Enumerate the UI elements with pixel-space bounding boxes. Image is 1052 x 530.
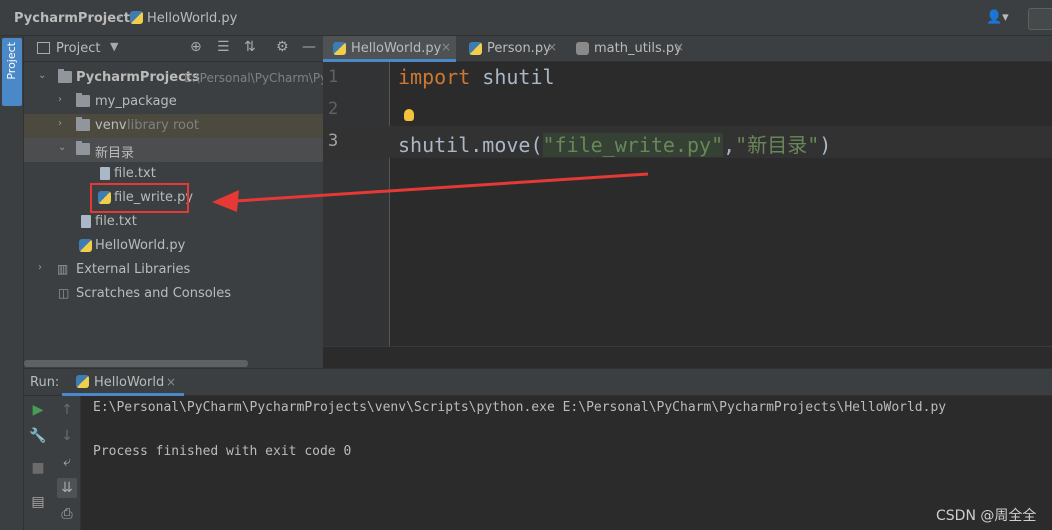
- call-prefix: shutil.move(: [398, 133, 543, 157]
- project-view-icon: [37, 42, 50, 54]
- python-file-icon: [576, 42, 589, 55]
- locate-icon[interactable]: ⊕: [190, 39, 202, 55]
- close-icon[interactable]: ×: [166, 375, 176, 389]
- soft-wrap-icon[interactable]: ⤶: [57, 452, 77, 472]
- libraries-icon: ▥: [57, 262, 69, 276]
- tree-item-venv[interactable]: › venv library root: [24, 114, 323, 138]
- python-file-icon: [333, 42, 346, 55]
- tab-label: HelloWorld.py: [351, 41, 442, 56]
- chevron-down-icon[interactable]: ▼: [110, 40, 118, 53]
- tree-item-label: HelloWorld.py: [95, 238, 186, 253]
- tab-label: Person.py: [487, 41, 551, 56]
- layout-icon[interactable]: ▤: [28, 492, 48, 512]
- tree-item-label: file.txt: [114, 166, 156, 181]
- tree-item-label: Scratches and Consoles: [76, 286, 232, 301]
- tab-label: math_utils.py: [594, 41, 682, 56]
- module-name: shutil: [470, 65, 555, 89]
- chevron-down-icon[interactable]: ⌄: [38, 70, 46, 81]
- folder-icon: [76, 141, 90, 155]
- close-icon[interactable]: ×: [547, 40, 557, 54]
- tree-item-label: External Libraries: [76, 262, 191, 277]
- line-number: 2: [328, 99, 339, 119]
- tree-item-hint: library root: [127, 118, 200, 133]
- line-number: 1: [328, 67, 339, 87]
- breadcrumb-chevron-icon: ›: [117, 10, 122, 24]
- call-suffix: ): [819, 133, 832, 157]
- hide-icon[interactable]: —: [302, 39, 316, 55]
- tree-item-label: venv: [95, 118, 127, 133]
- scroll-to-end-icon[interactable]: ⇊: [57, 478, 77, 498]
- string-literal: "file_write.py": [542, 133, 724, 157]
- tab-helloworld-py[interactable]: HelloWorld.py ×: [323, 36, 456, 62]
- keyword-import: import: [398, 65, 471, 89]
- watermark: CSDN @周全全: [936, 508, 1037, 524]
- stop-icon[interactable]: ■: [28, 458, 48, 478]
- gear-icon[interactable]: ⚙: [276, 39, 289, 55]
- line-number: 3: [328, 131, 339, 151]
- tree-item-label: file.txt: [95, 214, 137, 229]
- python-file-icon: [76, 375, 89, 388]
- tree-item-file-txt[interactable]: file.txt: [24, 210, 323, 234]
- lightbulb-icon[interactable]: [404, 109, 414, 121]
- arrow-up-icon[interactable]: ↑: [57, 400, 77, 420]
- editor-horizontal-scroll: [323, 346, 1052, 368]
- close-icon[interactable]: ×: [674, 40, 684, 54]
- wrench-icon[interactable]: 🔧: [28, 426, 48, 446]
- tree-item-new-directory[interactable]: ⌄ 新目录: [24, 138, 323, 162]
- chevron-right-icon[interactable]: ›: [58, 118, 62, 129]
- print-icon[interactable]: ⎙: [57, 504, 77, 524]
- code-editor[interactable]: [390, 62, 1052, 346]
- code-line-3[interactable]: shutil.move("file_write.py","新目录"): [398, 129, 831, 158]
- expand-all-icon[interactable]: ☰: [217, 39, 230, 55]
- tree-item-external-libraries[interactable]: › ▥ External Libraries: [24, 258, 323, 282]
- tree-item-pycharmprojects[interactable]: ⌄ PycharmProjects E:\Personal\PyCharm\Py: [24, 66, 327, 90]
- annotation-highlight-box: [90, 183, 189, 213]
- collapse-all-icon[interactable]: ⇅: [244, 39, 256, 55]
- project-tree-scrollbar[interactable]: [24, 360, 248, 367]
- project-tool-tab[interactable]: Project: [2, 38, 22, 106]
- close-icon[interactable]: ×: [441, 40, 451, 54]
- run-panel-label: Run:: [30, 375, 60, 390]
- tree-item-label: PycharmProjects: [76, 70, 200, 85]
- tree-item-scratches[interactable]: ◫ Scratches and Consoles: [24, 282, 323, 306]
- chevron-down-icon[interactable]: ⌄: [58, 142, 66, 153]
- project-tool-tab-label: Project: [5, 42, 18, 80]
- project-view-label[interactable]: Project: [56, 41, 100, 56]
- chevron-right-icon[interactable]: ›: [58, 94, 62, 105]
- arrow-down-icon[interactable]: ↓: [57, 426, 77, 446]
- tab-math-utils-py[interactable]: math_utils.py ×: [566, 36, 686, 62]
- console-line-command: E:\Personal\PyCharm\PycharmProjects\venv…: [93, 400, 947, 415]
- tree-item-label: 新目录: [95, 146, 135, 161]
- rerun-icon[interactable]: ▶: [28, 400, 48, 420]
- folder-icon: [76, 117, 90, 131]
- user-account-icon[interactable]: 👤▾: [986, 10, 1009, 25]
- folder-icon: [58, 69, 72, 83]
- chevron-right-icon[interactable]: ›: [38, 262, 42, 273]
- python-file-icon: [130, 11, 143, 24]
- code-line-1[interactable]: import shutil: [398, 65, 555, 89]
- python-file-icon: [79, 239, 92, 252]
- run-tab-label: HelloWorld: [94, 375, 165, 390]
- run-config-button[interactable]: [1028, 8, 1052, 30]
- tab-person-py[interactable]: Person.py ×: [459, 36, 559, 62]
- breadcrumb-file[interactable]: HelloWorld.py: [147, 11, 237, 26]
- string-literal: "新目录": [735, 133, 820, 157]
- text-file-icon: [100, 167, 110, 180]
- tree-item-label: my_package: [95, 94, 177, 109]
- text-file-icon: [81, 215, 91, 228]
- tree-item-helloworld-py[interactable]: HelloWorld.py: [24, 234, 323, 258]
- comma: ,: [723, 133, 736, 157]
- scratches-icon: ◫: [58, 286, 70, 300]
- folder-icon: [76, 93, 90, 107]
- console-output[interactable]: [81, 396, 1052, 530]
- tree-item-my-package[interactable]: › my_package: [24, 90, 323, 114]
- left-tool-strip: [0, 36, 24, 530]
- tree-item-path: E:\Personal\PyCharm\Py: [184, 71, 328, 85]
- console-line-exit: Process finished with exit code 0: [93, 444, 352, 459]
- python-file-icon: [469, 42, 482, 55]
